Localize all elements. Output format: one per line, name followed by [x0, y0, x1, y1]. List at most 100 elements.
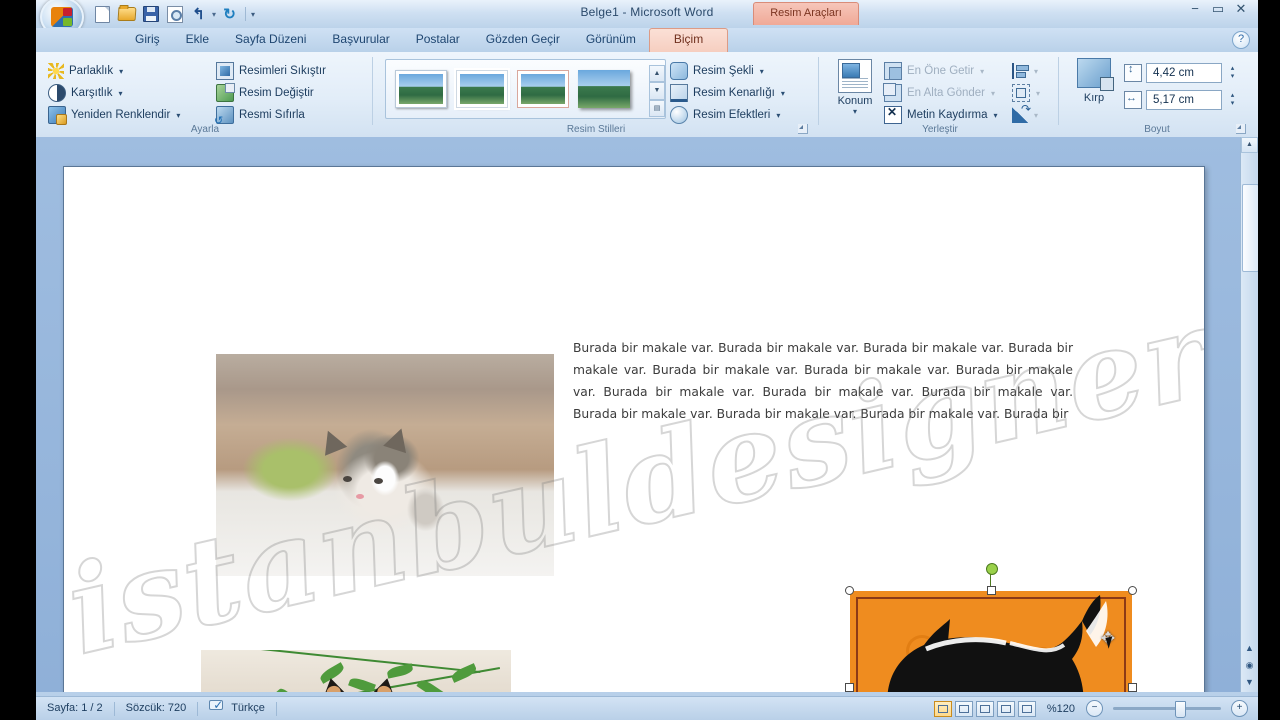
- command-align[interactable]: ▾: [1012, 60, 1040, 82]
- chevron-down-icon[interactable]: ▾: [828, 107, 882, 116]
- minimize-button[interactable]: −: [1188, 2, 1202, 15]
- command-parlaklik[interactable]: Parlaklık ▾: [48, 60, 180, 82]
- gallery-scroll-up-button[interactable]: ▲: [649, 65, 665, 83]
- view-full-screen-reading-button[interactable]: [954, 700, 973, 717]
- chevron-down-icon[interactable]: ▾: [776, 111, 780, 120]
- command-resim-sekli[interactable]: Resim Şekli ▾: [670, 60, 785, 82]
- picture-style-thumbnail[interactable]: [456, 70, 508, 108]
- shape-width-stepper[interactable]: ▴ ▾: [1226, 90, 1239, 110]
- restore-button[interactable]: ▭: [1211, 2, 1225, 15]
- cat-leaves-clipart[interactable]: [201, 650, 511, 692]
- chevron-down-icon[interactable]: ▾: [1034, 111, 1038, 120]
- position-button[interactable]: Konum ▾: [828, 57, 882, 121]
- zoom-slider[interactable]: [1113, 701, 1221, 718]
- zoom-in-button[interactable]: +: [1231, 700, 1248, 717]
- tab-gozden-gecir[interactable]: Gözden Geçir: [473, 29, 573, 52]
- spin-up-icon[interactable]: ▴: [1231, 92, 1235, 99]
- resize-handle-middle-right[interactable]: [1128, 683, 1137, 692]
- tab-giris[interactable]: Giriş: [122, 29, 173, 52]
- command-metin-kaydirma[interactable]: Metin Kaydırma ▾: [884, 104, 998, 126]
- chevron-down-icon[interactable]: ▾: [991, 89, 995, 98]
- picture-styles-gallery[interactable]: ▲ ▼ ▤: [385, 59, 666, 119]
- command-karsitlik[interactable]: Karşıtlık ▾: [48, 82, 180, 104]
- chevron-down-icon[interactable]: ▾: [980, 67, 984, 76]
- tab-gorunum[interactable]: Görünüm: [573, 29, 649, 52]
- brightness-icon: [48, 63, 64, 79]
- scrollbar-thumb[interactable]: [1242, 184, 1258, 272]
- send-to-back-icon: [883, 83, 902, 102]
- zoom-level-label[interactable]: %120: [1039, 703, 1083, 715]
- zoom-out-button[interactable]: −: [1086, 700, 1103, 717]
- kitten-photo[interactable]: [216, 354, 554, 576]
- vertical-scrollbar[interactable]: ▲ ▲ ◉ ▼: [1240, 137, 1258, 692]
- picture-style-thumbnail[interactable]: [578, 70, 630, 108]
- tab-sayfa-duzeni[interactable]: Sayfa Düzeni: [222, 29, 319, 52]
- resize-handle-top-center[interactable]: [987, 586, 996, 595]
- black-cat-clipart-selection[interactable]: ✥: [845, 563, 1137, 692]
- command-en-alta-gonder[interactable]: En Alta Gönder ▾: [883, 82, 998, 104]
- view-web-layout-button[interactable]: [975, 700, 994, 717]
- spin-up-icon[interactable]: ▴: [1231, 65, 1235, 72]
- view-print-layout-button[interactable]: [933, 700, 952, 717]
- status-page-indicator[interactable]: Sayfa: 1 / 2: [36, 697, 114, 720]
- command-label: Metin Kaydırma: [907, 109, 988, 121]
- command-en-one-getir[interactable]: En Öne Getir ▾: [884, 60, 998, 82]
- command-resim-efektleri[interactable]: Resim Efektleri ▾: [670, 104, 785, 126]
- document-body-text[interactable]: Burada bir makale var. Burada bir makale…: [573, 337, 1073, 425]
- command-resim-kenarligi[interactable]: Resim Kenarlığı ▾: [670, 82, 785, 104]
- spin-down-icon[interactable]: ▾: [1231, 100, 1235, 107]
- tab-ekle[interactable]: Ekle: [173, 29, 222, 52]
- command-group[interactable]: ▾: [1012, 82, 1040, 104]
- command-resimleri-sikistir[interactable]: Resimleri Sıkıştır: [216, 60, 326, 82]
- black-cat-clipart[interactable]: [850, 591, 1132, 692]
- chevron-down-icon[interactable]: ▾: [1034, 67, 1038, 76]
- chevron-down-icon[interactable]: ▾: [994, 111, 998, 120]
- command-rotate[interactable]: ▾: [1012, 102, 1040, 126]
- ribbon-group-yerlestir: Konum ▾ En Öne Getir ▾ En Alta Gönder ▾: [826, 54, 1054, 136]
- change-picture-icon: [216, 83, 235, 102]
- chevron-down-icon[interactable]: ▾: [760, 67, 764, 76]
- close-button[interactable]: ✕: [1234, 2, 1248, 15]
- resize-handle-top-right[interactable]: [1128, 586, 1137, 595]
- status-word-count[interactable]: Sözcük: 720: [115, 697, 198, 720]
- view-draft-button[interactable]: [1017, 700, 1036, 717]
- chevron-down-icon[interactable]: ▾: [119, 89, 123, 98]
- chevron-down-icon[interactable]: ▾: [1036, 89, 1040, 98]
- zoom-slider-thumb[interactable]: [1175, 701, 1186, 718]
- recolor-icon: [48, 106, 67, 125]
- picture-style-thumbnail[interactable]: [395, 70, 447, 108]
- tab-bicim[interactable]: Biçim: [648, 28, 729, 52]
- gallery-more-button[interactable]: ▤: [649, 99, 665, 117]
- shape-height-row: 4,42 cm ▴ ▾: [1124, 62, 1239, 84]
- scroll-up-button[interactable]: ▲: [1241, 137, 1258, 153]
- chevron-down-icon[interactable]: ▾: [781, 89, 785, 98]
- command-resim-degistir[interactable]: Resim Değiştir: [216, 82, 326, 104]
- spin-down-icon[interactable]: ▾: [1231, 73, 1235, 80]
- command-yeniden-renklendir[interactable]: Yeniden Renklendir ▾: [48, 104, 180, 126]
- help-icon[interactable]: ?: [1232, 31, 1250, 49]
- shape-width-input[interactable]: 5,17 cm: [1146, 90, 1222, 110]
- gallery-scroll-down-button[interactable]: ▼: [649, 82, 665, 100]
- chevron-down-icon[interactable]: ▾: [176, 111, 180, 120]
- command-resmi-sifirla[interactable]: Resmi Sıfırla: [214, 104, 326, 127]
- browse-previous-button[interactable]: ▲: [1241, 640, 1258, 657]
- status-language[interactable]: Türkçe: [220, 697, 276, 720]
- chevron-down-icon[interactable]: ▾: [119, 67, 123, 76]
- resize-handle-middle-left[interactable]: [845, 683, 854, 692]
- rotation-handle[interactable]: [986, 563, 998, 575]
- document-page[interactable]: Burada bir makale var. Burada bir makale…: [63, 166, 1205, 692]
- gallery-scroll-controls: ▲ ▼ ▤: [649, 65, 665, 117]
- crop-button[interactable]: Kırp: [1070, 58, 1118, 118]
- shape-height-input[interactable]: 4,42 cm: [1146, 63, 1222, 83]
- select-browse-object-button[interactable]: ◉: [1241, 657, 1258, 674]
- resize-handle-top-left[interactable]: [845, 586, 854, 595]
- document-area[interactable]: Burada bir makale var. Burada bir makale…: [36, 137, 1258, 692]
- view-outline-button[interactable]: [996, 700, 1015, 717]
- browse-next-button[interactable]: ▼: [1241, 674, 1258, 691]
- tab-basvurular[interactable]: Başvurular: [319, 29, 402, 52]
- picture-style-thumbnail[interactable]: [517, 70, 569, 108]
- align-icon: [1012, 63, 1029, 79]
- shape-height-stepper[interactable]: ▴ ▾: [1226, 63, 1239, 83]
- tab-postalar[interactable]: Postalar: [403, 29, 473, 52]
- proofing-errors-icon[interactable]: [198, 697, 220, 720]
